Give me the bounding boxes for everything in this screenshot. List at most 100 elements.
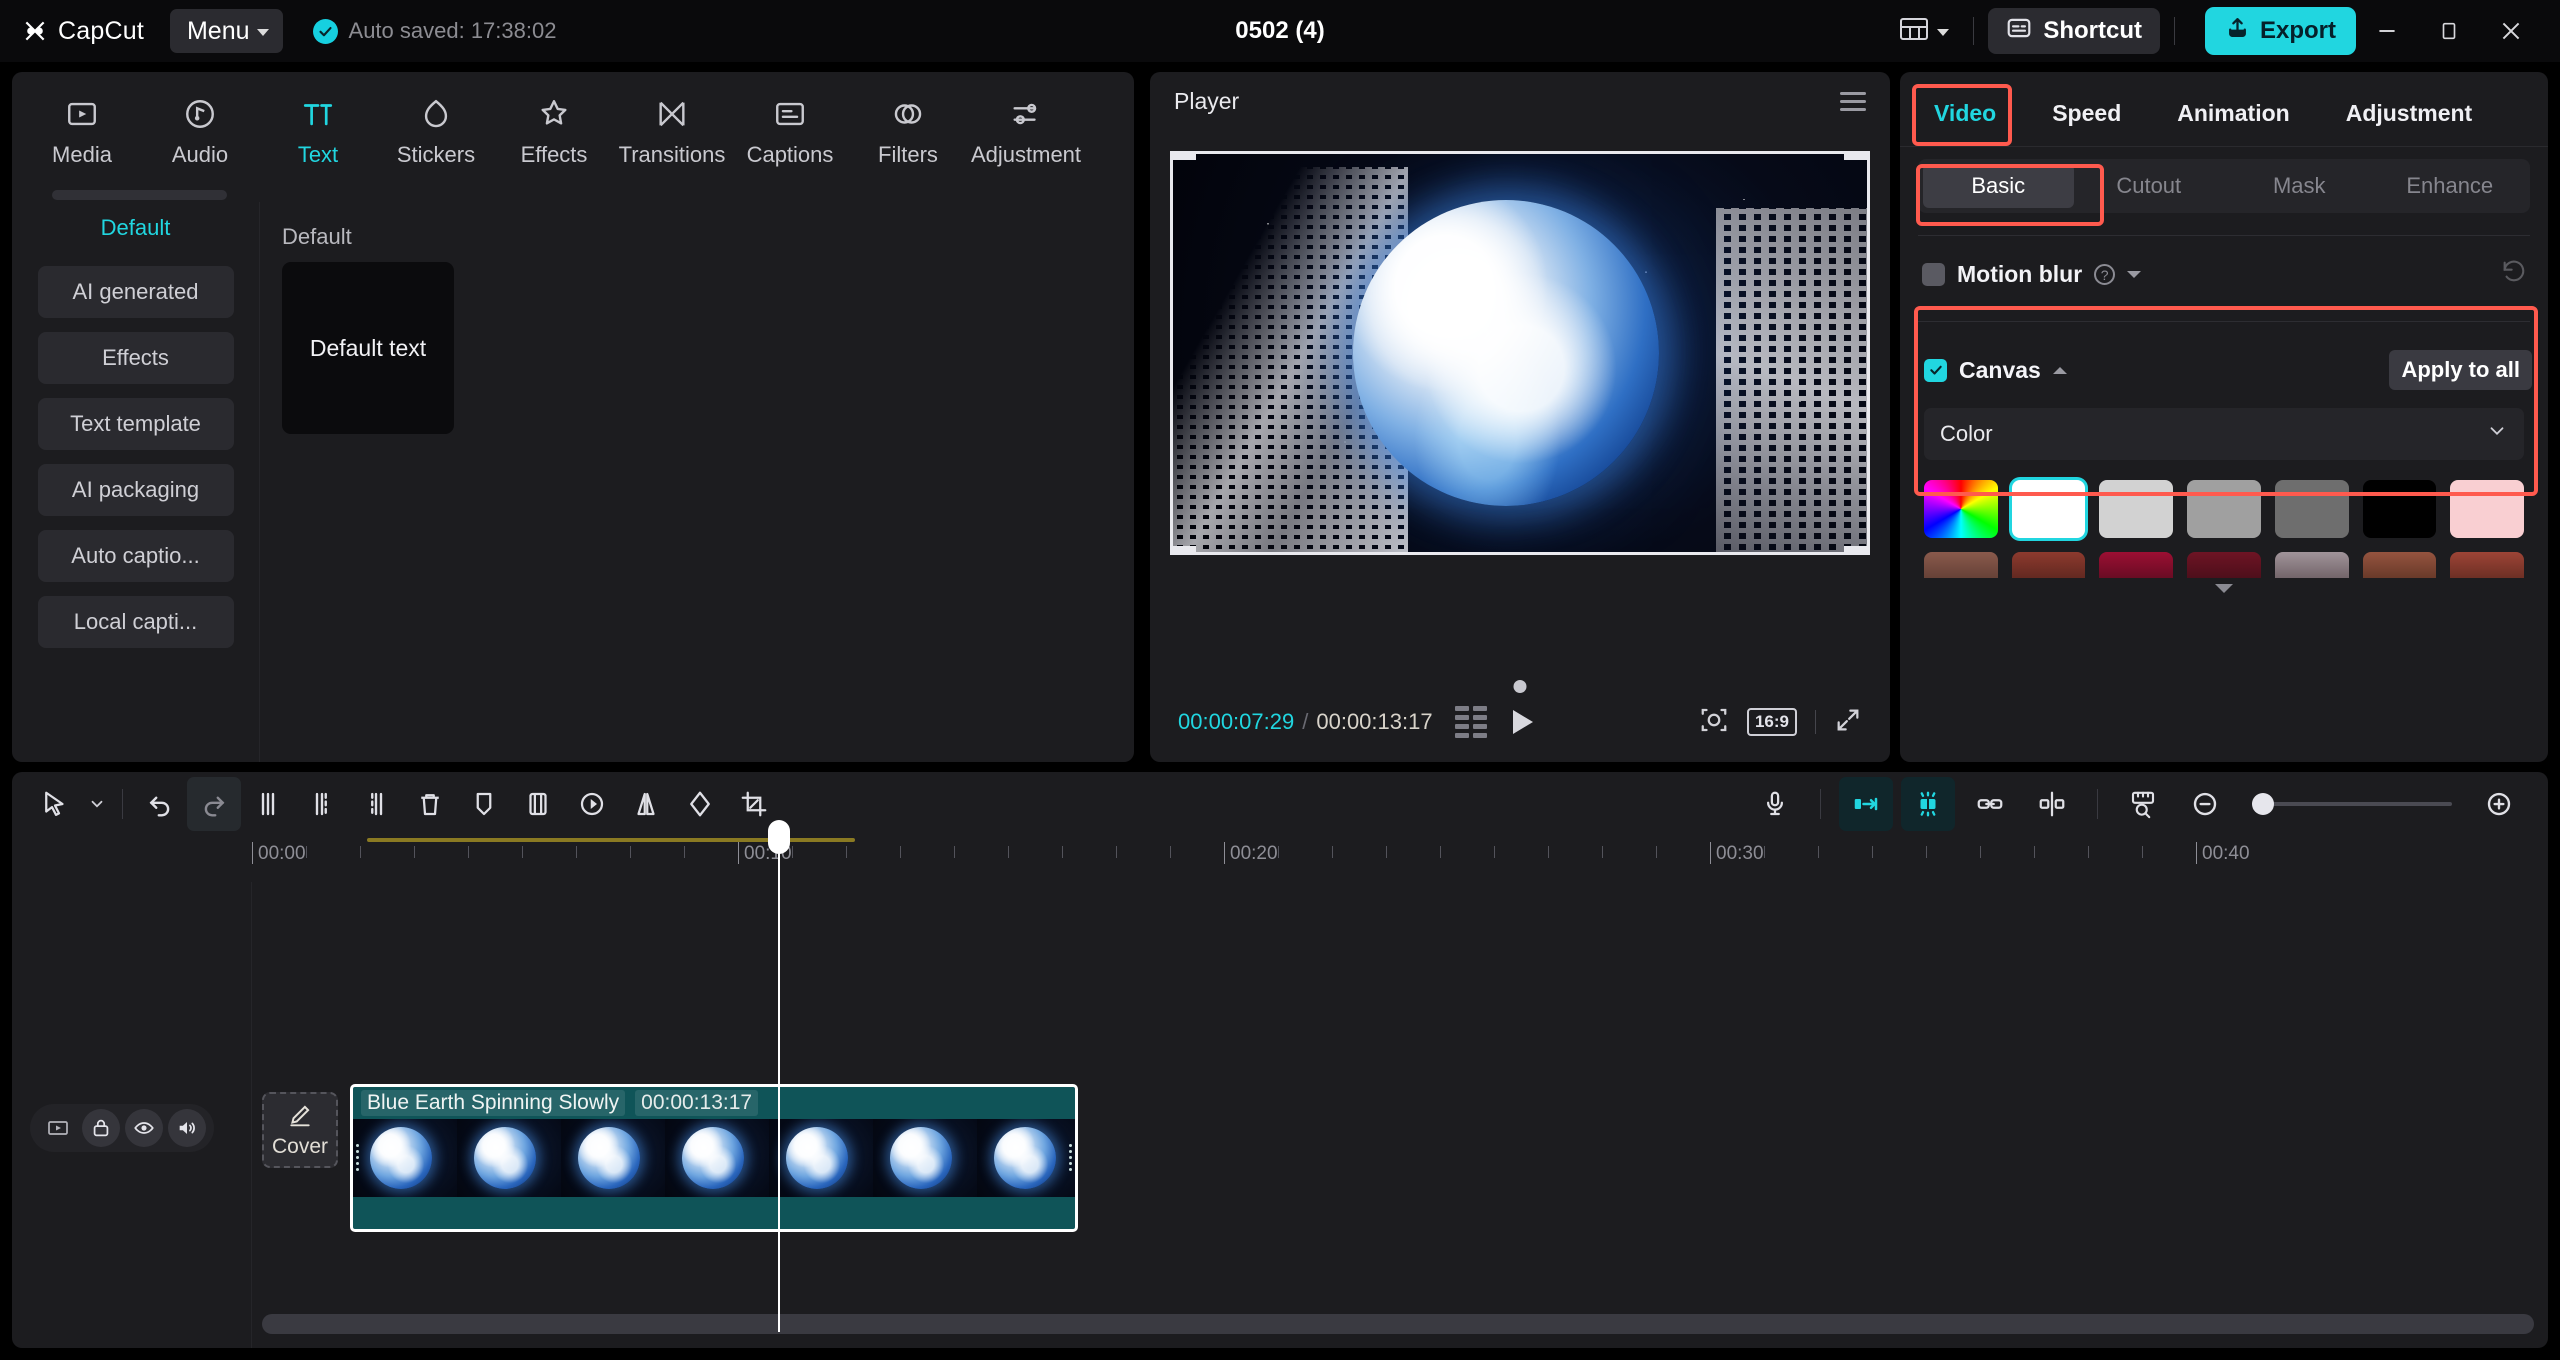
swatch-rust-gradient-6[interactable] [2362, 552, 2437, 578]
sidebar-item-text-template[interactable]: Text template [37, 398, 234, 450]
chevron-up-icon[interactable] [2052, 366, 2067, 374]
sidebar-item-auto-captions[interactable]: Auto captio... [37, 530, 234, 582]
swatch-red-gradient-2[interactable] [2011, 552, 2086, 578]
swatch-crimson-gradient-3[interactable] [2099, 552, 2174, 578]
swatch-pink[interactable] [2450, 480, 2524, 538]
tab-video[interactable]: Video [1926, 94, 2004, 133]
playhead-handle[interactable] [768, 820, 790, 854]
frame-grid-icon[interactable] [1454, 706, 1487, 738]
chevron-down-icon[interactable] [2215, 584, 2233, 593]
fullscreen-icon[interactable] [1834, 706, 1862, 739]
canvas-type-select[interactable]: Color [1924, 408, 2524, 460]
subtab-basic[interactable]: Basic [1923, 164, 2074, 208]
resize-handle-bottom-right[interactable] [1844, 546, 1870, 555]
timeline-tracks-area[interactable]: Cover Blue Earth Spinning Slowly 00:00:1… [252, 882, 2548, 1348]
zoom-out-icon[interactable] [2178, 777, 2232, 831]
eye-visibility-icon[interactable] [124, 1109, 163, 1147]
select-tool-icon[interactable] [28, 777, 82, 831]
shortcut-button[interactable]: Shortcut [1988, 8, 2160, 54]
clip-trim-handle-left[interactable] [355, 1141, 360, 1181]
trim-right-icon[interactable] [349, 777, 403, 831]
freeze-frame-icon[interactable] [511, 777, 565, 831]
tab-stickers[interactable]: Stickers [380, 86, 492, 168]
reset-icon[interactable] [2500, 258, 2528, 291]
tab-effects[interactable]: Effects [498, 86, 610, 168]
swatch-brick-gradient-7[interactable] [2450, 552, 2524, 578]
motion-blur-toggle[interactable] [1922, 263, 1945, 286]
sidebar-item-ai-packaging[interactable]: AI packaging [37, 464, 234, 516]
swatch-brown-gradient-1[interactable] [1924, 552, 1998, 578]
clip-trim-handle-right[interactable] [1068, 1141, 1073, 1181]
zoom-in-icon[interactable] [2472, 777, 2526, 831]
playhead[interactable] [768, 820, 790, 1332]
sidebar-scroll-indicator[interactable] [52, 190, 227, 200]
current-time[interactable]: 00:00:07:29 [1178, 709, 1294, 735]
tab-adjustment[interactable]: Adjustment [2338, 94, 2481, 133]
aspect-ratio-badge[interactable]: 16:9 [1746, 708, 1797, 736]
tab-text[interactable]: Text [262, 86, 374, 168]
split-view-icon[interactable] [2025, 777, 2079, 831]
ruler-icon[interactable] [2116, 777, 2170, 831]
swatch-mauve-gradient-5[interactable] [2274, 552, 2349, 578]
timeline-clip[interactable]: Blue Earth Spinning Slowly 00:00:13:17 [350, 1084, 1078, 1232]
tab-media[interactable]: Media [26, 86, 138, 168]
snap-to-edge-icon[interactable] [1839, 777, 1893, 831]
tab-filters[interactable]: Filters [852, 86, 964, 168]
swatch-black[interactable] [2362, 480, 2437, 538]
tab-adjustment[interactable]: Adjustment [970, 86, 1082, 168]
zoom-preview-icon[interactable] [1699, 705, 1729, 740]
trim-left-icon[interactable] [295, 777, 349, 831]
zoom-slider[interactable] [2252, 793, 2452, 815]
resize-handle-bottom-left[interactable] [1170, 546, 1196, 555]
tab-audio[interactable]: Audio [144, 86, 256, 168]
help-question-icon[interactable]: ? [2094, 264, 2116, 285]
maximize-icon[interactable] [2418, 0, 2480, 62]
layout-switch-button[interactable] [1889, 8, 1959, 55]
export-button[interactable]: Export [2204, 7, 2356, 55]
resize-handle-top-right[interactable] [1844, 151, 1870, 160]
minimize-icon[interactable] [2356, 0, 2418, 62]
timeline-horizontal-scrollbar[interactable] [262, 1314, 2534, 1334]
subtab-mask[interactable]: Mask [2224, 164, 2375, 208]
player-menu-icon[interactable] [1840, 91, 1866, 111]
video-preview[interactable] [1170, 151, 1870, 555]
timeline-ruler[interactable]: 00:00 00:10 00:20 00:30 00:40 [252, 836, 2548, 882]
magnetic-snap-icon[interactable] [1901, 777, 1955, 831]
menu-button[interactable]: Menu [169, 9, 283, 53]
reverse-icon[interactable] [565, 777, 619, 831]
microphone-icon[interactable] [1748, 777, 1802, 831]
canvas-checkbox[interactable] [1924, 358, 1947, 382]
swatch-maroon-gradient-4[interactable] [2187, 552, 2261, 578]
tab-animation[interactable]: Animation [2169, 94, 2297, 133]
swatch-white[interactable] [2011, 480, 2086, 538]
resize-handle-top-left[interactable] [1170, 151, 1196, 160]
tab-captions[interactable]: Captions [734, 86, 846, 168]
swatch-dark-gray[interactable] [2274, 480, 2349, 538]
sidebar-item-ai-generated[interactable]: AI generated [37, 266, 234, 318]
split-icon[interactable] [241, 777, 295, 831]
lock-icon[interactable] [81, 1109, 120, 1147]
cover-button[interactable]: Cover [262, 1092, 338, 1168]
default-text-card[interactable]: Default text [282, 262, 454, 434]
sidebar-item-effects[interactable]: Effects [37, 332, 234, 384]
swatch-gray[interactable] [2187, 480, 2261, 538]
chevron-down-icon[interactable] [2127, 271, 2142, 278]
zoom-slider-knob[interactable] [2252, 793, 2274, 815]
sidebar-item-default[interactable]: Default [38, 206, 234, 250]
play-icon[interactable] [1512, 710, 1533, 734]
track-thumbnail-icon[interactable] [39, 1109, 77, 1147]
tab-speed[interactable]: Speed [2044, 94, 2129, 133]
tab-transitions[interactable]: Transitions [616, 86, 728, 168]
redo-icon[interactable] [187, 777, 241, 831]
subtab-cutout[interactable]: Cutout [2074, 164, 2225, 208]
undo-icon[interactable] [133, 777, 187, 831]
delete-icon[interactable] [403, 777, 457, 831]
swatch-light-gray[interactable] [2099, 480, 2174, 538]
subtab-enhance[interactable]: Enhance [2375, 164, 2526, 208]
apply-to-all-button[interactable]: Apply to all [2389, 350, 2532, 390]
tool-dropdown-icon[interactable] [82, 777, 112, 831]
swatch-color-picker[interactable] [1924, 480, 1998, 538]
speaker-volume-icon[interactable] [167, 1109, 206, 1147]
sidebar-item-local-captions[interactable]: Local capti... [37, 596, 234, 648]
mirror-icon[interactable] [619, 777, 673, 831]
